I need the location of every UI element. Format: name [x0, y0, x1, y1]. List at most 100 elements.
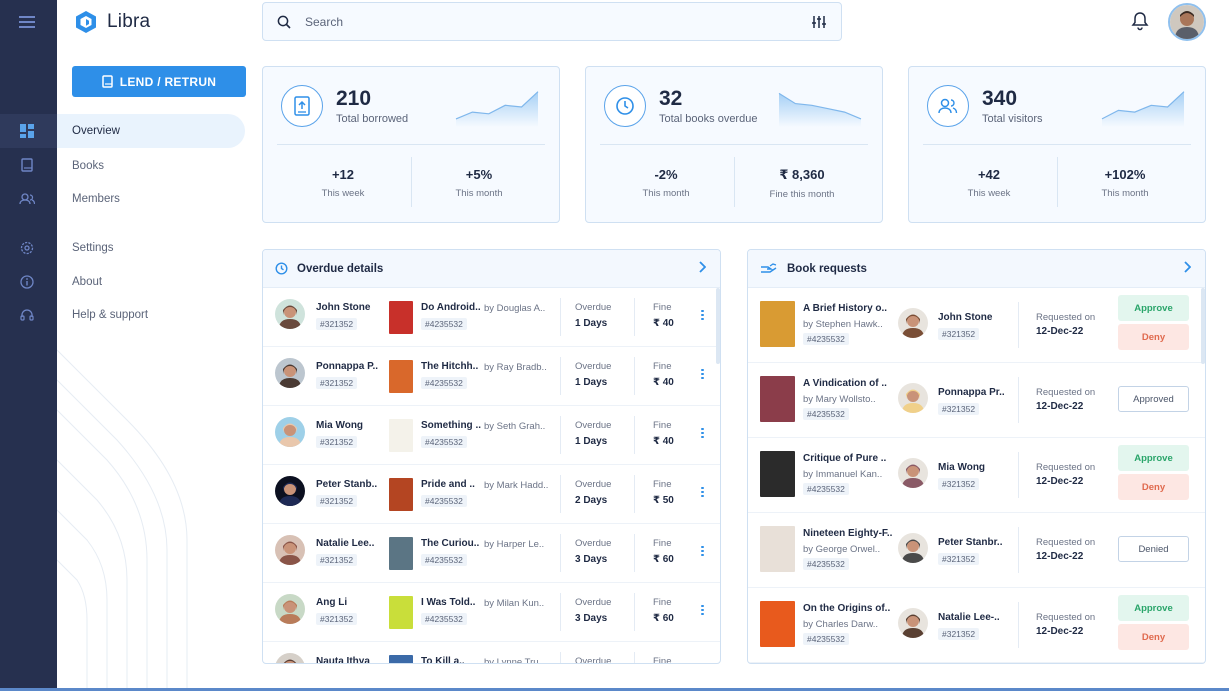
stat-label: Total visitors — [982, 113, 1043, 125]
chevron-right-icon[interactable] — [698, 261, 706, 273]
stat-value: 210 — [336, 87, 372, 110]
menu-icon[interactable] — [16, 11, 38, 33]
dashboard-icon[interactable] — [16, 120, 38, 142]
request-row[interactable]: A Brief History o.. by Stephen Hawk.. #423… — [748, 288, 1205, 363]
deny-button[interactable]: Deny — [1118, 324, 1189, 350]
table-row[interactable]: John Stone #321352 Do Android.. by Douglas … — [263, 288, 720, 347]
nav-help-label: Help & support — [72, 309, 149, 321]
more-options-icon[interactable] — [701, 367, 704, 381]
table-row[interactable]: Ang Li #321352 I Was Told.. by Milan Kun.. #… — [263, 583, 720, 642]
more-options-icon[interactable] — [701, 426, 704, 440]
member-avatar[interactable] — [275, 476, 305, 506]
fine-label: Fine — [653, 479, 672, 490]
nav-settings[interactable]: Settings — [57, 231, 245, 265]
stat-weekly: +42 This week — [921, 167, 1057, 199]
search-bar[interactable]: Search — [262, 2, 842, 41]
request-row[interactable]: Critique of Pure .. by Immanuel Kan.. #423… — [748, 438, 1205, 513]
table-row[interactable]: Nauta Ithya#321352To Kill a..by Lynne Tr… — [263, 642, 720, 664]
book-cover — [389, 419, 413, 452]
book-icon[interactable] — [16, 154, 38, 176]
requested-date: 12-Dec-22 — [1036, 326, 1084, 337]
request-row[interactable]: On the Origins of.. by Charles Darw.. #423… — [748, 588, 1205, 663]
divider — [1018, 452, 1019, 498]
overdue-scrollbar[interactable] — [716, 288, 720, 364]
table-row[interactable]: Mia Wong #321352 Something .. by Seth Grah.… — [263, 406, 720, 465]
divider — [277, 144, 545, 145]
approve-button[interactable]: Approve — [1118, 445, 1189, 471]
book-author: by Immanuel Kan.. — [803, 469, 883, 480]
headset-icon[interactable] — [16, 304, 38, 326]
member-name: Ponnappa P.. — [316, 361, 378, 372]
deny-button[interactable]: Deny — [1118, 624, 1189, 650]
request-row[interactable]: Nineteen Eighty-F.. by George Orwel.. #423… — [748, 513, 1205, 588]
member-name: John Stone — [316, 302, 371, 313]
table-row[interactable]: Peter Stanb.. #321352 Pride and .. by Mark … — [263, 465, 720, 524]
nav-settings-label: Settings — [72, 242, 114, 254]
member-avatar[interactable] — [898, 308, 928, 338]
overdue-label: Overdue — [575, 656, 612, 664]
members-icon[interactable] — [16, 188, 38, 210]
fine-label: Fine — [653, 361, 672, 372]
more-options-icon[interactable] — [701, 308, 704, 322]
member-id: #321352 — [938, 328, 980, 340]
member-avatar[interactable] — [275, 417, 305, 447]
member-avatar[interactable] — [275, 653, 305, 663]
member-avatar[interactable] — [275, 299, 305, 329]
member-name: Ponnappa Pr.. — [938, 387, 1005, 398]
more-options-icon[interactable] — [701, 485, 704, 499]
more-options-icon[interactable] — [701, 662, 704, 663]
table-row[interactable]: Natalie Lee.. #321352 The Curiou.. by Harpe… — [263, 524, 720, 583]
request-row[interactable]: A Vindication of .. by Mary Wollsto.. #423… — [748, 363, 1205, 438]
fine-amount: ₹ 40 — [653, 318, 674, 329]
decorative-lines — [57, 349, 188, 691]
search-input[interactable]: Search — [305, 15, 811, 29]
member-avatar[interactable] — [275, 594, 305, 624]
member-avatar[interactable] — [275, 535, 305, 565]
fine-label: Fine — [653, 538, 672, 549]
book-author: by Lynne Tru.. — [484, 657, 544, 664]
overdue-days: 2 Days — [575, 495, 608, 506]
stat-value: 32 — [659, 87, 683, 110]
stat-fine-label: Fine this month — [769, 189, 835, 200]
nav-books[interactable]: Books — [57, 149, 245, 183]
member-avatar[interactable] — [898, 383, 928, 413]
divider — [560, 298, 561, 336]
nav-members[interactable]: Members — [57, 182, 245, 216]
clock-icon — [604, 85, 646, 127]
member-avatar[interactable] — [898, 608, 928, 638]
table-row[interactable]: Ponnappa P.. #321352 The Hitchh.. by Ray Br… — [263, 347, 720, 406]
visitors-icon — [927, 85, 969, 127]
fine-label: Fine — [653, 597, 672, 608]
fine-amount: ₹ 60 — [653, 613, 674, 624]
nav-about[interactable]: About — [57, 265, 245, 299]
requests-scrollbar[interactable] — [1201, 288, 1205, 364]
stat-label: Total borrowed — [336, 113, 409, 125]
overdue-panel-header: Overdue details — [263, 250, 720, 288]
approve-button[interactable]: Approve — [1118, 595, 1189, 621]
app-logo[interactable]: Libra — [75, 10, 150, 34]
deny-button[interactable]: Deny — [1118, 474, 1189, 500]
lend-return-button[interactable]: LEND / RETRUN — [72, 66, 246, 97]
member-avatar[interactable] — [898, 458, 928, 488]
book-author: by Charles Darw.. — [803, 619, 878, 630]
member-avatar[interactable] — [275, 358, 305, 388]
settings-icon[interactable] — [16, 237, 38, 259]
user-avatar[interactable] — [1168, 3, 1206, 41]
divider — [634, 534, 635, 572]
more-options-icon[interactable] — [701, 544, 704, 558]
notification-bell-icon[interactable] — [1131, 11, 1149, 31]
filter-icon[interactable] — [811, 15, 827, 29]
approve-button[interactable]: Approve — [1118, 295, 1189, 321]
more-options-icon[interactable] — [701, 603, 704, 617]
member-avatar[interactable] — [898, 533, 928, 563]
divider — [634, 475, 635, 513]
nav-help[interactable]: Help & support — [57, 298, 245, 332]
nav-overview-label: Overview — [72, 125, 120, 137]
info-icon[interactable] — [16, 271, 38, 293]
stat-monthly-label: This month — [642, 188, 690, 199]
book-title: On the Origins of.. — [803, 603, 891, 614]
chevron-right-icon[interactable] — [1183, 261, 1191, 273]
member-id: #321352 — [316, 436, 358, 448]
member-name: Ang Li — [316, 597, 348, 608]
nav-overview[interactable]: Overview — [57, 114, 245, 148]
